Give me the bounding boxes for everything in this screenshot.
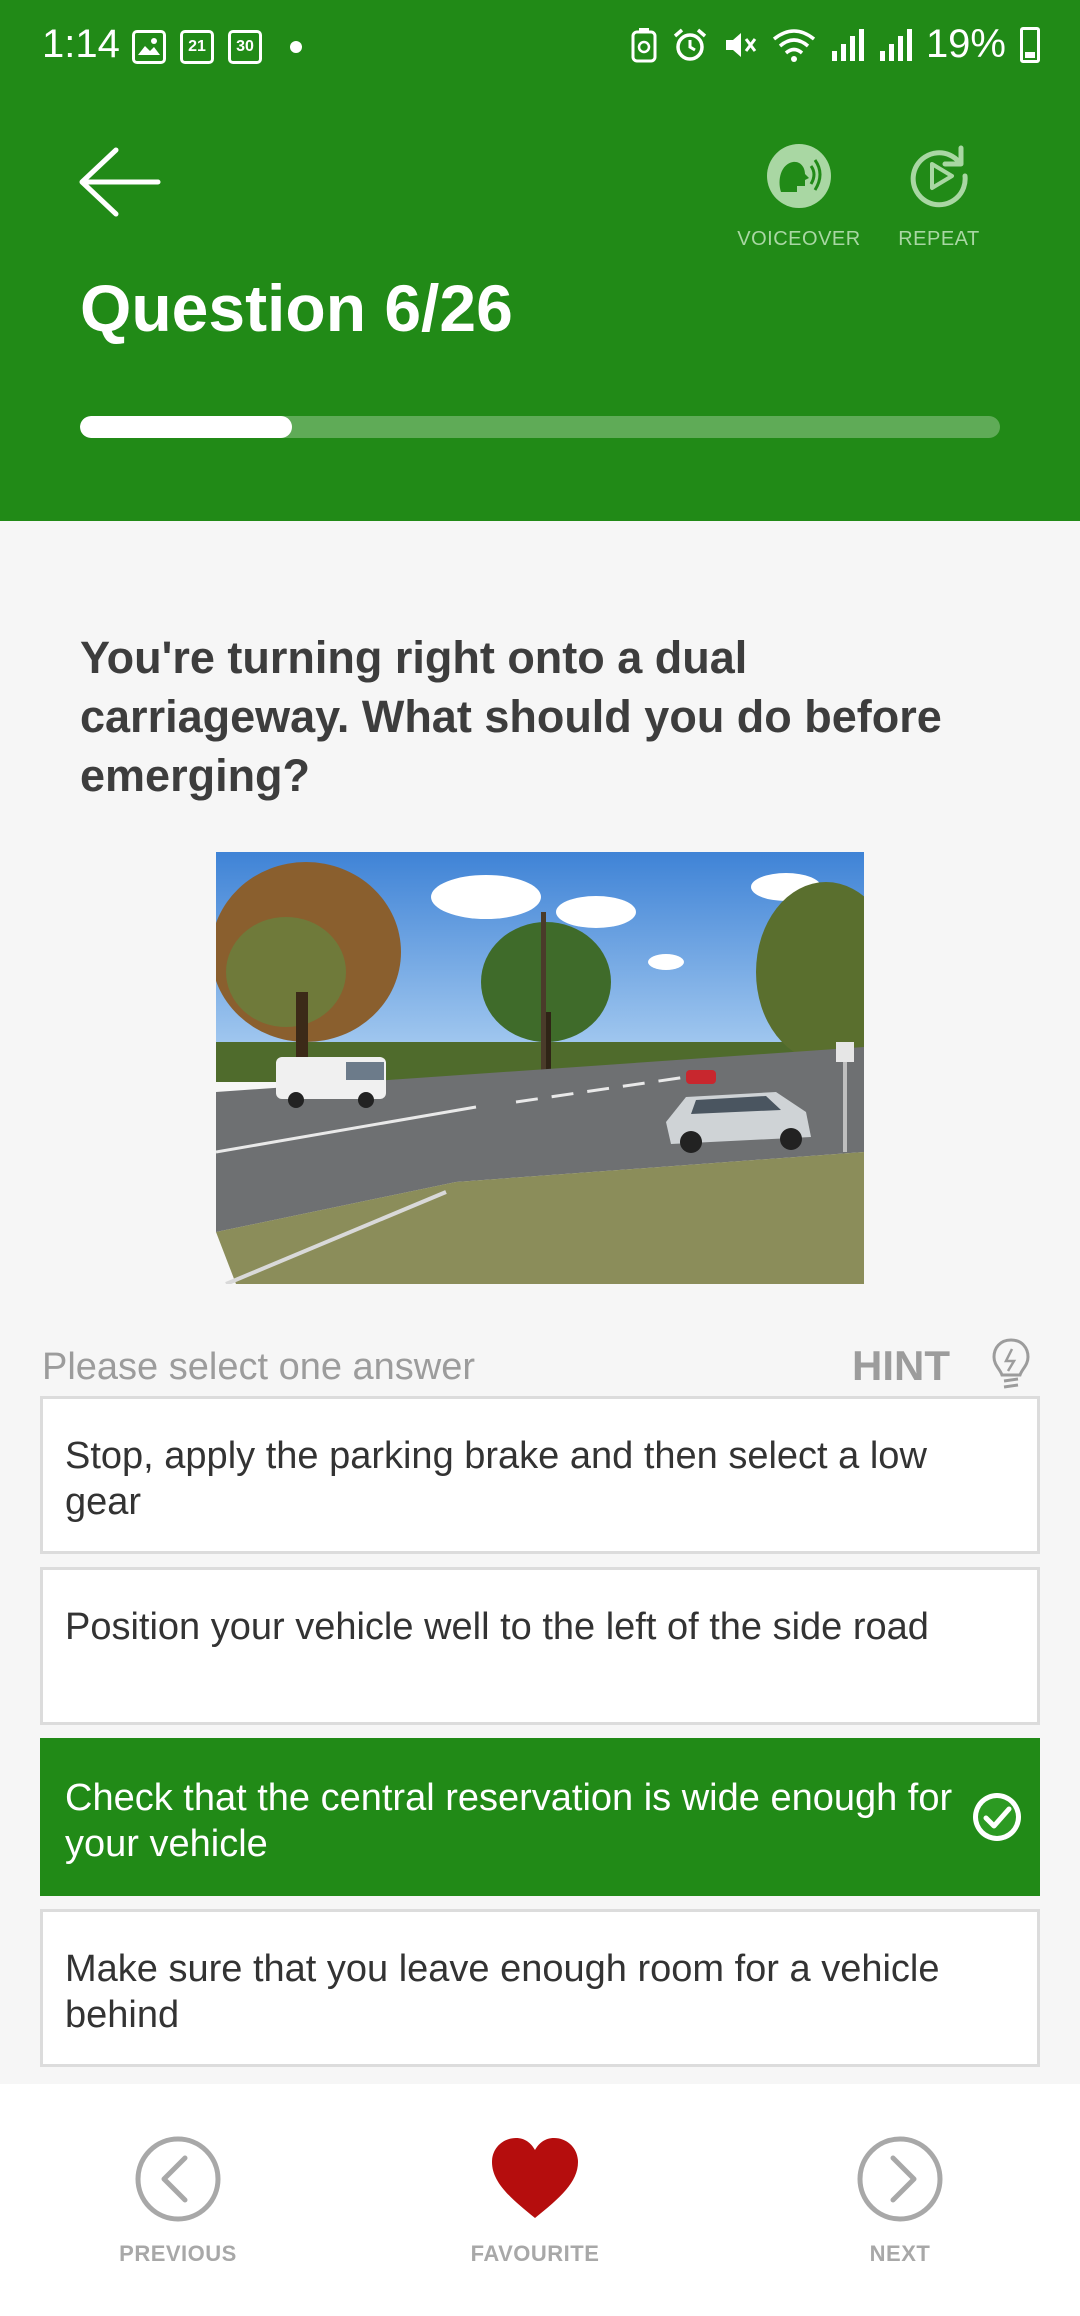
question-number: Question 6/26: [80, 271, 513, 345]
mute-icon: [725, 32, 757, 57]
wifi-icon: [772, 28, 816, 62]
more-notifications-dot: [290, 41, 302, 53]
battery-icon: [1020, 26, 1040, 63]
next-label: NEXT: [869, 2241, 931, 2266]
alarm-icon: [673, 28, 707, 61]
favourite-label: FAVOURITE: [470, 2241, 600, 2266]
favourite-button[interactable]: FAVOURITE: [435, 2134, 635, 2267]
calendar-icon: 30: [228, 30, 262, 64]
previous-button[interactable]: PREVIOUS: [78, 2134, 278, 2267]
answer-option-2[interactable]: Position your vehicle well to the left o…: [40, 1567, 1040, 1725]
header: 1:14 21 30 19% VOICEOVER REPEAT Question…: [0, 0, 1080, 521]
voiceover-icon: [767, 144, 831, 208]
answer-instruction-row: Please select one answer HINT: [42, 1336, 1032, 1396]
voiceover-button[interactable]: VOICEOVER: [734, 144, 864, 251]
previous-label: PREVIOUS: [119, 2241, 237, 2266]
question-progress-bar: [80, 416, 1000, 438]
signal-icon: [831, 28, 864, 61]
lightbulb-icon: [992, 1338, 1030, 1389]
repeat-label: REPEAT: [898, 228, 980, 250]
answer-instruction: Please select one answer: [42, 1346, 476, 1388]
answer-option-1[interactable]: Stop, apply the parking brake and then s…: [40, 1396, 1040, 1554]
gallery-icon: [132, 30, 166, 64]
heart-icon: [492, 2138, 578, 2218]
battery-percent: 19%: [925, 22, 1006, 66]
answer-option-3[interactable]: Check that the central reservation is wi…: [40, 1738, 1040, 1896]
status-time: 1:14: [42, 22, 120, 66]
replay-icon: [907, 144, 971, 208]
battery-saver-icon: [631, 27, 657, 62]
question-image: [216, 852, 864, 1284]
notification-icons: 21 30: [132, 30, 302, 64]
answer-text: Stop, apply the parking brake and then s…: [65, 1435, 927, 1523]
arrow-left-icon: [79, 147, 161, 217]
bottom-navigation: PREVIOUS FAVOURITE NEXT: [0, 2084, 1080, 2316]
answer-text: Position your vehicle well to the left o…: [65, 1606, 929, 1648]
answer-text: Check that the central reservation is wi…: [65, 1777, 953, 1865]
answer-text: Make sure that you leave enough room for…: [65, 1948, 940, 2036]
progress-fill: [80, 416, 293, 438]
repeat-button[interactable]: REPEAT: [874, 144, 1004, 251]
checkmark-icon: [973, 1793, 1021, 1841]
hint-label: HINT: [852, 1342, 950, 1389]
chevron-right-circle-icon: [857, 2136, 943, 2222]
hint-button[interactable]: HINT: [852, 1336, 1032, 1396]
calendar-icon: 21: [180, 30, 214, 64]
question-text: You're turning right onto a dual carriag…: [80, 632, 942, 801]
signal-icon: [879, 28, 912, 61]
next-button[interactable]: NEXT: [800, 2134, 1000, 2267]
answer-option-4[interactable]: Make sure that you leave enough room for…: [40, 1909, 1040, 2067]
voiceover-label: VOICEOVER: [737, 228, 861, 250]
chevron-left-circle-icon: [135, 2136, 221, 2222]
system-icons: 19%: [630, 22, 1040, 67]
status-bar: 1:14 21 30 19%: [0, 0, 1080, 96]
back-button[interactable]: [78, 142, 162, 222]
